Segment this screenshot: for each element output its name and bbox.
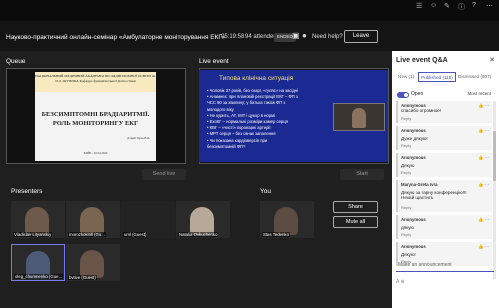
like-icon[interactable]: 👍 ⋯: [478, 128, 489, 134]
qa-text: Дуже дякую!: [401, 136, 428, 141]
qa-text: Дякую: [401, 163, 415, 168]
you-label: You: [260, 188, 271, 195]
presenter-tile[interactable]: oleg_chumnenko (Gue...: [11, 244, 65, 281]
tab-published[interactable]: Published (118): [418, 72, 456, 82]
top-bar: ☰ ☺ ✎ ⓘ ? ⋯: [0, 0, 499, 21]
like-icon[interactable]: 👍 ⋯: [478, 155, 489, 161]
presenter-tile[interactable]: Vladislav Lityanskiy: [11, 201, 65, 238]
qa-item[interactable]: Anonymous 👍 ⋯ спасибо огромное! Reply: [396, 101, 492, 123]
live-slide-bullets: • Чоловік 37 років, без скарг, «гуляє» н…: [207, 88, 339, 150]
leave-button[interactable]: Leave: [344, 30, 378, 43]
like-icon[interactable]: 👍 ⋯: [478, 103, 489, 109]
share-button[interactable]: Share: [333, 201, 378, 213]
presenter-name: bvtive (Guest): [68, 275, 97, 280]
qa-item[interactable]: Anonymous 👍 ⋯ Дуже дякую! Reply: [396, 126, 492, 150]
open-toggle[interactable]: [397, 92, 409, 98]
qa-tabs: New (1) Published (118) Dismissed (607): [396, 72, 496, 83]
reply-link[interactable]: Reply: [401, 205, 411, 210]
elapsed-timer: 05:19:58: [221, 34, 245, 40]
qa-text: Дякую!: [401, 252, 416, 257]
meeting-title: Науково-практичний онлайн-семінар «Амбул…: [6, 34, 226, 41]
presenter-tile[interactable]: uml (Guest): [121, 201, 175, 238]
presenter-tile[interactable]: bvtive (Guest): [66, 244, 120, 281]
send-live-button[interactable]: Send live: [142, 169, 186, 180]
info-icon[interactable]: ⓘ: [458, 2, 465, 12]
queue-label: Queue: [6, 58, 26, 65]
close-icon[interactable]: ✕: [489, 56, 495, 64]
qa-text: дякую: [401, 225, 414, 230]
mute-all-button[interactable]: Mute all: [333, 216, 378, 228]
qa-item[interactable]: Anonymous 👍 ⋯ дякую Reply: [396, 215, 492, 239]
like-icon[interactable]: 👍 ⋯: [478, 244, 489, 250]
slide-footer: КИЇВ – 16.04.2020: [83, 151, 108, 155]
more-icon[interactable]: ⋯: [486, 2, 493, 10]
qa-text: Дякую за гарну конференцію!!!Нехай щасти…: [401, 190, 467, 201]
slide-title: БЕЗСИМПТОМНІ БРАДІАРИТМІЇ. РОЛЬ МОНІТОРИ…: [41, 111, 150, 127]
reply-link[interactable]: Reply: [401, 143, 411, 148]
like-icon[interactable]: 👍 ⋯: [478, 182, 489, 188]
mic-icon[interactable]: ●: [302, 31, 307, 40]
presenter-name: oleg_chumnenko (Gue...: [14, 274, 64, 279]
reply-link[interactable]: Reply: [401, 170, 411, 175]
scroll-thumb[interactable]: [493, 131, 496, 181]
slide-header: НАЦІОНАЛЬНИЙ МЕДИЧНИЙ АКАДЕМІЯ ПІСЛЯДИПЛ…: [35, 72, 156, 92]
open-label: Open: [411, 91, 424, 97]
live-slide-title: Типова клінічна ситуація: [219, 75, 294, 82]
slide-author: Доцент Куць В.О.: [127, 136, 150, 140]
need-help-link[interactable]: Need help?: [312, 34, 343, 40]
presenter-tile[interactable]: morozkokirill (Gu...: [66, 201, 120, 238]
qa-scrollbar[interactable]: [493, 101, 496, 279]
qa-author: Anonymous: [401, 244, 426, 249]
side-rail: [392, 21, 499, 51]
like-icon[interactable]: 👍 ⋯: [478, 217, 489, 223]
qa-panel: Live event Q&A ✕ New (1) Published (118)…: [392, 51, 499, 308]
presenter-name: morozkokirill (Gu...: [68, 232, 106, 237]
presenter-video: [25, 207, 49, 235]
presenter-video: [190, 207, 214, 235]
queue-slide[interactable]: НАЦІОНАЛЬНИЙ МЕДИЧНИЙ АКАДЕМІЯ ПІСЛЯДИПЛ…: [35, 72, 156, 161]
presenter-tile[interactable]: Natalia Ovkuchenko: [176, 201, 230, 238]
presenters-label: Presenters: [11, 188, 43, 195]
reply-link[interactable]: Reply: [401, 232, 411, 237]
speaker-pip-video: [333, 103, 385, 131]
qa-author: Anonymous: [401, 155, 426, 160]
announcement-input[interactable]: Make an announcement: [396, 258, 494, 272]
qa-item[interactable]: Anonymous 👍 ⋯ Дякую Reply: [396, 153, 492, 177]
self-tile[interactable]: Stas Tedenko: [260, 201, 314, 238]
live-label: Live event: [199, 58, 229, 65]
presenter-video: [80, 250, 104, 278]
people-icon[interactable]: ☺: [430, 2, 437, 9]
tab-new[interactable]: New (1): [396, 72, 416, 82]
presenter-name: uml (Guest): [123, 232, 148, 237]
qa-list: Anonymous 👍 ⋯ спасибо огромное! Reply An…: [396, 101, 492, 279]
self-name: Stas Tedenko: [262, 232, 290, 237]
presenter-video: [80, 207, 104, 235]
format-icon[interactable]: A ⊕: [396, 279, 405, 285]
reply-link[interactable]: Reply: [401, 116, 411, 121]
qa-author: Anonymous: [401, 128, 426, 133]
qa-title: Live event Q&A: [396, 57, 448, 64]
self-video: [274, 207, 298, 235]
qa-icon[interactable]: ?: [472, 2, 476, 9]
qa-author: Anonymous: [401, 217, 426, 222]
qa-author: Maryna-Greta Ivra: [401, 182, 438, 187]
chat-icon[interactable]: ☰: [416, 2, 422, 10]
tab-dismissed[interactable]: Dismissed (607): [456, 72, 493, 82]
bullet: безсимптомній ФП?: [207, 143, 246, 149]
start-button[interactable]: Start: [340, 169, 384, 180]
sort-dropdown[interactable]: Most recent: [467, 91, 491, 96]
presenter-name: Natalia Ovkuchenko: [178, 232, 219, 237]
toggle-knob: [404, 93, 408, 97]
notes-icon[interactable]: ✎: [444, 2, 450, 10]
presenter-name: Vladislav Lityanskiy: [13, 232, 53, 237]
camera-icon[interactable]: ▣: [292, 31, 300, 40]
speaker-silhouette: [352, 108, 366, 128]
qa-text: спасибо огромное!: [401, 108, 442, 113]
qa-item[interactable]: Maryna-Greta Ivra 👍 ⋯ Дякую за гарну кон…: [396, 180, 492, 212]
